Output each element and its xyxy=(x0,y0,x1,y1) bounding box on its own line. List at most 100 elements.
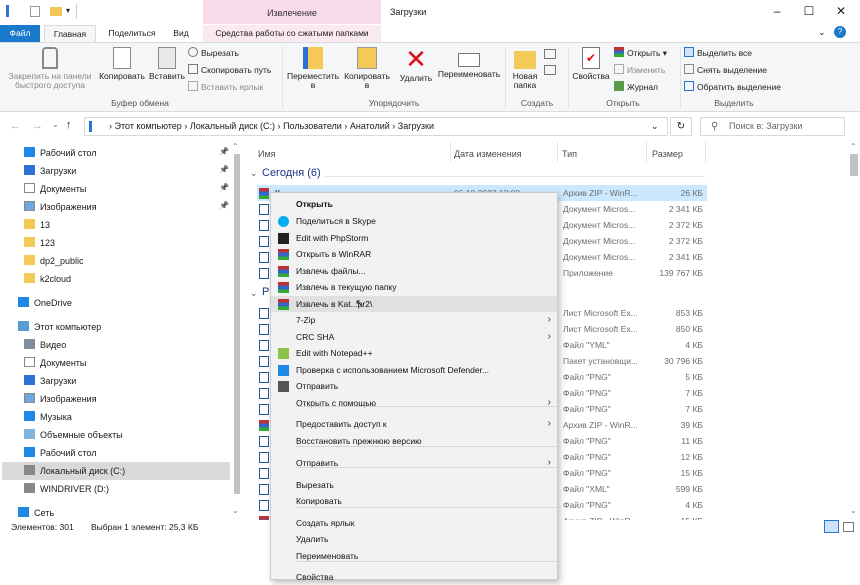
new-folder-button[interactable]: Новая папка xyxy=(508,47,542,90)
copy-button[interactable]: Копировать xyxy=(96,47,148,81)
menu-item[interactable]: Поделиться в Skype xyxy=(271,213,557,229)
nav-item[interactable]: Изображения xyxy=(24,198,97,216)
invert-selection-button[interactable]: Обратить выделение xyxy=(684,81,781,93)
breadcrumb-this-pc[interactable]: Этот компьютер xyxy=(115,121,182,131)
nav-item[interactable]: Рабочий стол xyxy=(24,444,97,462)
tab-compressed-tools[interactable]: Средства работы со сжатыми папками xyxy=(203,25,381,42)
back-arrow-icon[interactable]: ← xyxy=(10,120,21,132)
pin-quick-access-button[interactable]: Закрепить на панели быстрого доступа xyxy=(4,47,96,90)
menu-item[interactable]: Извлечь в Kat...pr2\ xyxy=(271,296,557,312)
delete-button[interactable]: ✕ Удалить xyxy=(396,46,436,83)
pin-icon[interactable]: 📌 xyxy=(219,201,229,210)
menu-item[interactable]: Открыть xyxy=(271,196,557,212)
breadcrumb-users[interactable]: Пользователи xyxy=(283,121,342,131)
close-button[interactable]: ✕ xyxy=(818,0,860,24)
group-earlier-header[interactable]: Р xyxy=(262,286,269,298)
nav-item[interactable]: Объемные объекты xyxy=(24,426,123,444)
easy-access-icon[interactable] xyxy=(544,65,556,75)
tab-file[interactable]: Файл xyxy=(0,25,40,42)
menu-item[interactable]: Создать ярлык xyxy=(271,515,557,531)
nav-item[interactable]: Документы xyxy=(24,354,86,372)
address-dropdown-icon[interactable]: ⌄ xyxy=(651,118,659,135)
nav-item[interactable]: Загрузки xyxy=(24,372,76,390)
menu-item[interactable]: 7-Zip › xyxy=(271,312,557,328)
menu-item[interactable]: Свойства xyxy=(271,569,557,585)
properties-button[interactable]: ✔ Свойства xyxy=(570,47,612,81)
nav-item[interactable]: Рабочий стол xyxy=(24,144,97,162)
pin-icon[interactable]: 📌 xyxy=(219,165,229,174)
nav-item[interactable]: Изображения xyxy=(24,390,97,408)
nav-item[interactable]: dp2_public xyxy=(24,252,84,270)
nav-item[interactable]: Локальный диск (C:) xyxy=(2,462,230,480)
menu-item[interactable]: Предоставить доступ к › xyxy=(271,416,557,432)
nav-item[interactable]: 13 xyxy=(24,216,50,234)
copy-to-button[interactable]: Копировать в xyxy=(342,47,392,90)
nav-item[interactable]: Видео xyxy=(24,336,66,354)
nav-item[interactable]: WINDRIVER (D:) xyxy=(24,480,109,498)
scroll-down-arrow[interactable]: ⌄ xyxy=(850,506,857,515)
details-view-icon[interactable] xyxy=(824,520,839,533)
group-earlier-chevron[interactable]: ⌄ xyxy=(250,288,258,299)
menu-item[interactable]: Edit with PhpStorm xyxy=(271,230,557,246)
column-type-header[interactable]: Тип xyxy=(562,145,577,163)
scroll-up-arrow[interactable]: ⌃ xyxy=(232,142,239,151)
menu-item[interactable]: Вырезать xyxy=(271,477,557,493)
scroll-thumb[interactable] xyxy=(234,154,240,494)
help-icon[interactable]: ? xyxy=(834,26,846,38)
recent-locations-icon[interactable]: ⌄ xyxy=(52,120,59,129)
move-to-button[interactable]: Переместить в xyxy=(286,47,340,90)
quick-access-download-icon[interactable] xyxy=(6,5,16,17)
rename-button[interactable]: Переименовать xyxy=(436,47,502,79)
pin-icon[interactable]: 📌 xyxy=(219,183,229,192)
quick-access-properties-icon[interactable] xyxy=(30,6,40,17)
edit-button[interactable]: Изменить xyxy=(614,64,665,76)
column-name-header[interactable]: Имя xyxy=(258,145,276,163)
menu-item[interactable]: Отправить › xyxy=(271,455,557,471)
nav-item[interactable]: Загрузки xyxy=(24,162,76,180)
navigation-scrollbar[interactable]: ⌃ ⌄ xyxy=(232,140,242,520)
menu-item[interactable]: Отправить xyxy=(271,378,557,394)
paste-shortcut-button[interactable]: Вставить ярлык xyxy=(188,81,263,93)
menu-item[interactable]: Edit with Notepad++ xyxy=(271,345,557,361)
address-bar[interactable]: › Этот компьютер › Локальный диск (C:) ›… xyxy=(84,117,668,136)
breadcrumb-user[interactable]: Анатолий xyxy=(350,121,390,131)
refresh-button[interactable]: ↻ xyxy=(670,117,692,136)
group-today-header[interactable]: Сегодня (6) xyxy=(262,167,321,179)
breadcrumb-local-disk[interactable]: Локальный диск (C:) xyxy=(190,121,275,131)
open-button[interactable]: Открыть ▾ xyxy=(614,47,667,59)
nav-item[interactable]: OneDrive xyxy=(18,294,72,312)
ribbon-collapse-icon[interactable]: ⌄ xyxy=(818,27,826,38)
menu-item[interactable]: Извлечь файлы... xyxy=(271,263,557,279)
tab-view[interactable]: Вид xyxy=(166,25,196,42)
breadcrumb-downloads[interactable]: Загрузки xyxy=(398,121,434,131)
quick-access-new-folder-icon[interactable] xyxy=(50,7,62,16)
copy-path-button[interactable]: Скопировать путь xyxy=(188,64,271,76)
scroll-up-arrow[interactable]: ⌃ xyxy=(850,142,857,151)
nav-item[interactable]: 123 xyxy=(24,234,55,252)
group-today-chevron[interactable]: ⌄ xyxy=(250,168,258,179)
nav-item[interactable]: k2cloud xyxy=(24,270,71,288)
menu-item[interactable]: Удалить xyxy=(271,531,557,547)
pin-icon[interactable]: 📌 xyxy=(219,147,229,156)
tab-share[interactable]: Поделиться xyxy=(100,25,164,42)
menu-item[interactable]: Извлечь в текущую папку xyxy=(271,279,557,295)
large-icons-view-icon[interactable] xyxy=(843,522,854,532)
select-all-button[interactable]: Выделить все xyxy=(684,47,752,59)
nav-item[interactable]: Музыка xyxy=(24,408,72,426)
forward-arrow-icon[interactable]: → xyxy=(32,120,43,132)
menu-item[interactable]: CRC SHA › xyxy=(271,329,557,345)
menu-item[interactable]: Открыть с помощью › xyxy=(271,395,557,411)
up-arrow-icon[interactable]: ↑ xyxy=(66,119,72,131)
column-date-header[interactable]: Дата изменения xyxy=(454,145,522,163)
cut-button[interactable]: Вырезать xyxy=(188,47,239,59)
nav-item[interactable]: Этот компьютер xyxy=(18,318,101,336)
history-button[interactable]: Журнал xyxy=(614,81,658,93)
tab-home[interactable]: Главная xyxy=(44,25,96,42)
scroll-thumb[interactable] xyxy=(850,154,858,176)
menu-item[interactable]: Проверка с использованием Microsoft Defe… xyxy=(271,362,557,378)
search-box[interactable]: ⚲ Поиск в: Загрузки xyxy=(700,117,845,136)
new-item-icon[interactable] xyxy=(544,49,556,59)
select-none-button[interactable]: Снять выделение xyxy=(684,64,767,76)
quick-access-dropdown-icon[interactable]: ▾ xyxy=(66,6,70,15)
file-list-scrollbar[interactable]: ⌃ ⌄ xyxy=(848,140,860,520)
